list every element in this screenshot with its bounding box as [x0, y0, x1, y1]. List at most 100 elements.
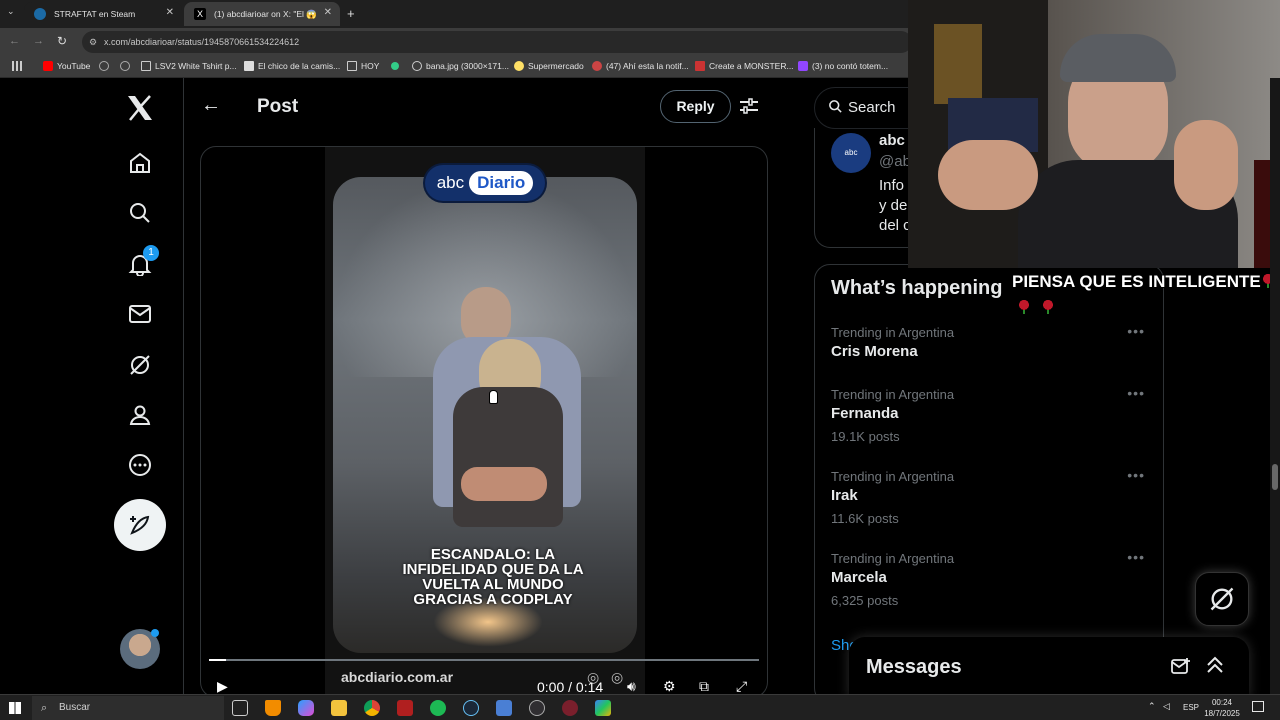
bookmark-bana[interactable]: bana.jpg (3000×171... [412, 61, 509, 71]
steam-icon[interactable] [463, 700, 479, 716]
home-icon[interactable] [122, 145, 158, 181]
trend-post-count: 19.1K posts [831, 429, 900, 444]
search-icon[interactable] [122, 195, 158, 231]
file-explorer-icon[interactable] [331, 700, 347, 716]
grok-icon [1210, 587, 1234, 611]
forward-icon[interactable]: → [33, 35, 44, 47]
bookmark-youtube[interactable]: YouTube [43, 61, 90, 71]
windows-start-icon[interactable] [9, 702, 21, 714]
collapse-up-icon[interactable] [1206, 655, 1224, 680]
trend-name: Cris Morena [831, 343, 918, 360]
tab-abcdiario[interactable]: X (1) abcdiarioar on X: "El 😱 ESCÁ ✕ [184, 2, 340, 26]
left-navigation: 1 [100, 78, 184, 698]
video-frame: ESCANDALO: LA INFIDELIDAD QUE DA LA VUEL… [333, 177, 637, 653]
notifications-bell-icon[interactable]: 1 [122, 245, 159, 282]
reload-icon[interactable]: ↻ [57, 34, 67, 48]
settings-icon[interactable]: ⚙ [663, 678, 676, 695]
post-media-card: ESCANDALO: LA INFIDELIDAD QUE DA LA VUEL… [200, 146, 768, 698]
spotify-icon[interactable] [430, 700, 446, 716]
chrome-icon[interactable] [364, 700, 380, 716]
abc-diario-logo: abc Diario [425, 165, 545, 201]
app-icon[interactable] [562, 700, 578, 716]
grok-icon[interactable] [122, 347, 158, 383]
video-player[interactable]: ESCANDALO: LA INFIDELIDAD QUE DA LA VUEL… [325, 147, 645, 697]
fullscreen-icon[interactable]: ⤢ [736, 678, 747, 695]
grok-floating-button[interactable] [1195, 572, 1249, 626]
new-message-icon[interactable] [1171, 657, 1191, 680]
feather-icon [244, 61, 254, 71]
rose-emoji-icon [1018, 300, 1030, 314]
volume-icon[interactable]: ◁ [1163, 701, 1170, 712]
more-options-icon[interactable]: ••• [1127, 323, 1145, 339]
copilot-icon[interactable] [298, 700, 314, 716]
tab-title: (1) abcdiarioar on X: "El 😱 ESCÁ [214, 8, 318, 19]
account-handle: @ab [879, 153, 911, 170]
keyboard-language[interactable]: ESP [1183, 703, 1199, 712]
taskbar-clock[interactable]: 00:24 18/7/2025 [1204, 697, 1240, 719]
video-caption: ESCANDALO: LA INFIDELIDAD QUE DA LA VUEL… [402, 546, 584, 608]
volume-icon[interactable]: 🔊︎ [627, 678, 636, 695]
tray-chevron-icon[interactable]: ⌃ [1148, 701, 1156, 712]
compose-post-button[interactable] [114, 499, 166, 551]
vlc-icon[interactable] [265, 700, 281, 716]
trends-title: What’s happening [831, 277, 1003, 299]
app-icon[interactable] [595, 700, 611, 716]
video-progress-bar[interactable] [209, 659, 759, 661]
trend-item[interactable]: Trending in Argentina Fernanda 19.1K pos… [831, 385, 1151, 444]
trend-item[interactable]: Trending in Argentina Marcela 6,325 post… [831, 549, 1151, 608]
scrollbar-thumb[interactable] [1272, 464, 1278, 490]
bookmark-monster[interactable]: Create a MONSTER... [695, 61, 794, 71]
windows-taskbar: ⌕ Buscar ⌃ ESP ◁ 00:24 18/7/2025 [0, 694, 1280, 720]
new-tab-icon[interactable]: + [347, 6, 355, 21]
bookmark-totem[interactable]: (3) no contó totem... [798, 61, 888, 71]
notification-badge: 1 [143, 245, 159, 261]
more-circle-icon[interactable] [122, 447, 158, 483]
more-options-icon[interactable]: ••• [1127, 385, 1145, 401]
url-text: x.com/abcdiarioar/status/194587066153422… [104, 37, 300, 47]
trend-item[interactable]: Trending in Argentina Irak 11.6K posts •… [831, 467, 1151, 526]
back-arrow-icon[interactable]: ← [201, 94, 221, 117]
avatar-icon [592, 61, 602, 71]
picture-in-picture-icon[interactable]: ⧉ [699, 678, 709, 695]
messages-drawer[interactable]: Messages [849, 637, 1249, 698]
page-scrollbar[interactable] [1270, 78, 1280, 698]
streamer-hand-right [1174, 120, 1238, 210]
bookmark-el-chico[interactable]: El chico de la camis... [244, 61, 340, 71]
trend-item[interactable]: Trending in Argentina Cris Morena ••• [831, 323, 1151, 360]
back-icon[interactable]: ← [9, 35, 20, 47]
globe-icon[interactable] [99, 61, 109, 71]
bookmark-icon[interactable] [391, 62, 399, 70]
more-options-icon[interactable]: ••• [1127, 467, 1145, 483]
tab-straftat[interactable]: STRAFTAT en Steam ✕ [24, 2, 182, 26]
reply-button[interactable]: Reply [660, 90, 731, 123]
account-bio-line: del c [879, 217, 911, 234]
sliders-icon[interactable] [740, 98, 758, 119]
close-tab-icon[interactable]: ✕ [324, 7, 332, 18]
settings-gear-small-icon[interactable]: ◎ [611, 669, 623, 686]
obs-icon[interactable] [529, 700, 545, 716]
bookmark-hoy[interactable]: HOY [347, 61, 379, 71]
site-info-icon[interactable]: ⚙ [89, 31, 97, 53]
task-view-icon[interactable] [232, 700, 248, 716]
notification-center-icon[interactable] [1252, 701, 1264, 712]
messages-envelope-icon[interactable] [122, 296, 158, 332]
globe-icon[interactable] [120, 61, 130, 71]
taskbar-search[interactable]: ⌕ Buscar [32, 696, 224, 720]
tab-title: STRAFTAT en Steam [54, 9, 136, 19]
url-field[interactable]: ⚙ x.com/abcdiarioar/status/1945870661534… [82, 31, 912, 53]
youtube-icon [43, 61, 53, 71]
profile-icon[interactable] [122, 397, 158, 433]
bookmark-notif[interactable]: (47) Ahí esta la notif... [592, 61, 689, 71]
whats-happening-panel: What’s happening Trending in Argentina C… [814, 264, 1164, 698]
app-icon[interactable] [496, 700, 512, 716]
post-header: ← Post Reply [185, 78, 783, 136]
tab-list-chevron-icon[interactable]: ⌄ [7, 6, 15, 17]
more-options-icon[interactable]: ••• [1127, 549, 1145, 565]
apps-grid-icon[interactable] [12, 61, 22, 71]
close-tab-icon[interactable]: ✕ [166, 7, 174, 18]
bookmark-supermercado[interactable]: Supermercado [514, 61, 584, 71]
play-icon[interactable]: ▶ [217, 678, 228, 695]
x-logo-icon[interactable] [122, 90, 158, 126]
voicemeeter-icon[interactable] [397, 700, 413, 716]
bookmark-lsv2[interactable]: LSV2 White Tshirt p... [141, 61, 237, 71]
